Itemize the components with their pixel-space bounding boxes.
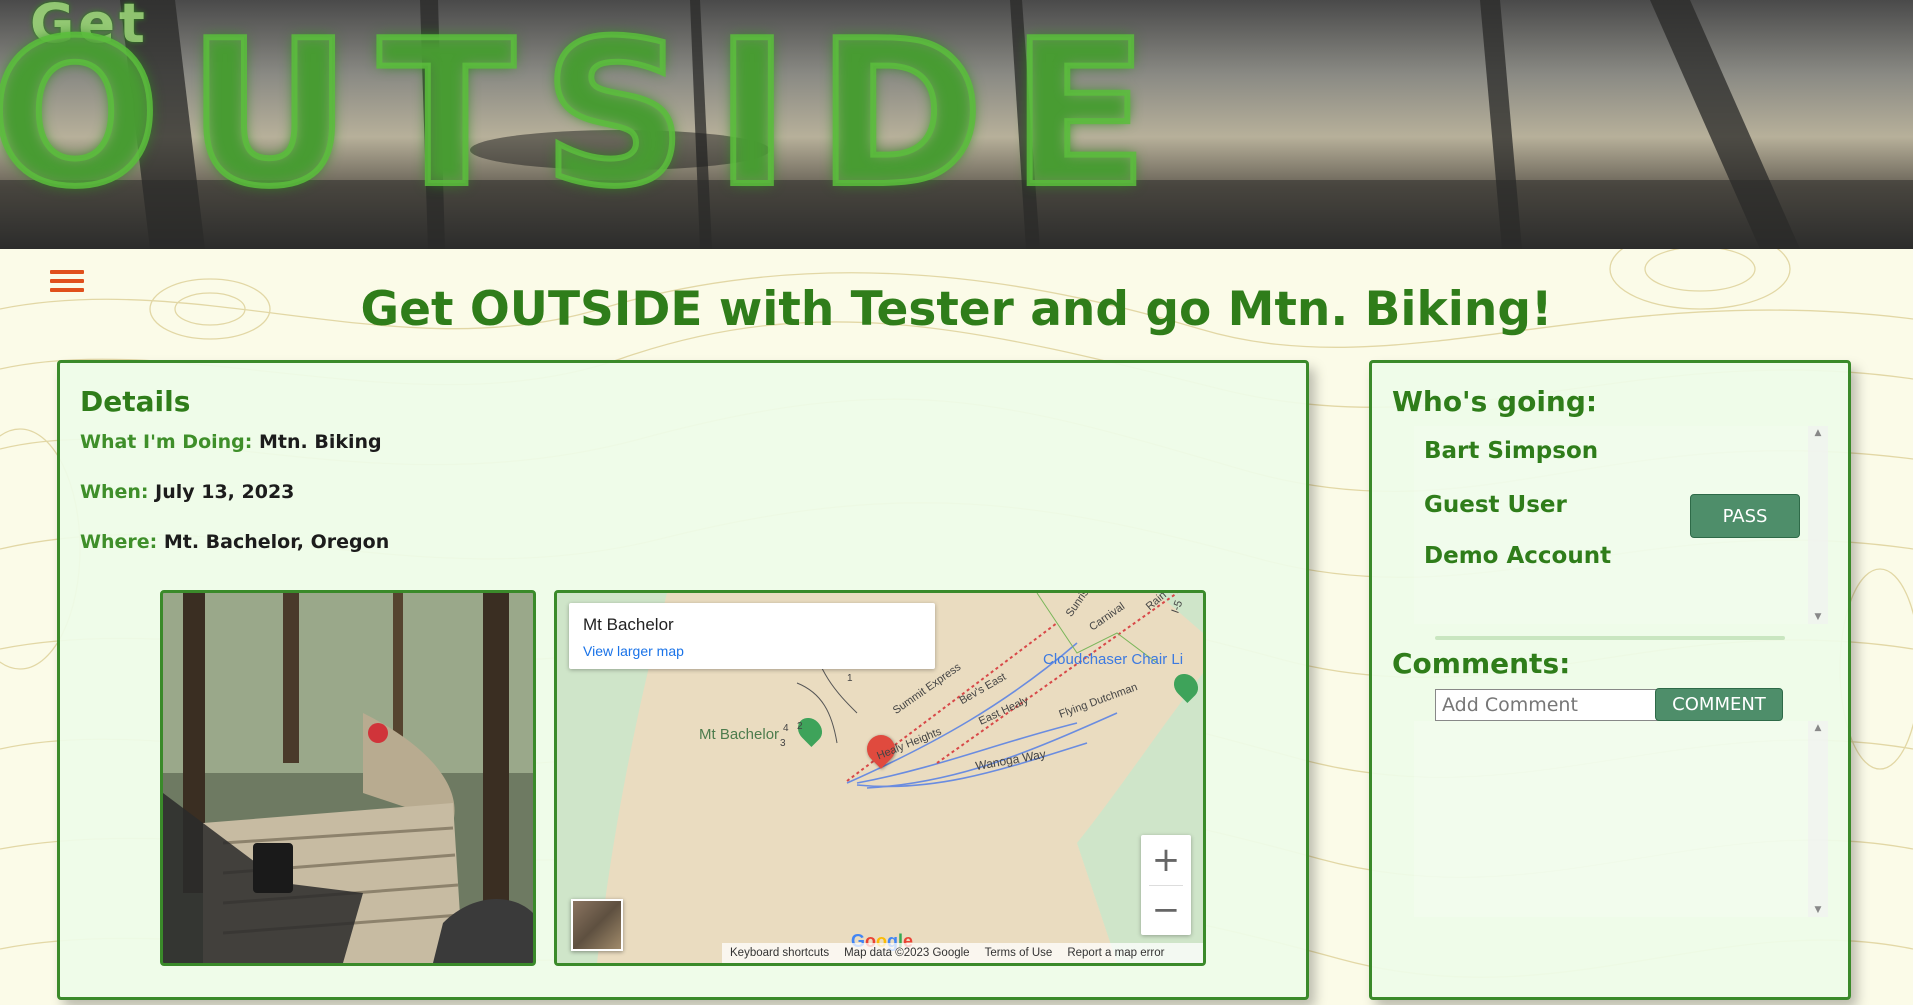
map-label-2: 2: [797, 721, 803, 732]
zoom-in-button[interactable]: +: [1141, 835, 1191, 885]
satellite-view-toggle[interactable]: [571, 899, 623, 951]
detail-when-label: When:: [80, 481, 149, 503]
banner-outside-text: OUTSIDE: [0, 0, 1176, 233]
map-zoom-control: + −: [1141, 835, 1191, 935]
map-place-name: Mt Bachelor: [583, 615, 674, 634]
whos-going-panel: Who's going: Bart Simpson Guest User Dem…: [1369, 360, 1851, 1000]
detail-where: Where: Mt. Bachelor, Oregon: [80, 531, 389, 553]
zoom-out-button[interactable]: −: [1141, 885, 1191, 935]
attendee-item: Demo Account: [1424, 543, 1612, 569]
mountain-bike-photo-image: [163, 593, 533, 963]
map-footer: Keyboard shortcuts Map data ©2023 Google…: [722, 943, 1203, 963]
attendee-item: Guest User: [1424, 492, 1567, 518]
map-poi-label: Mt Bachelor: [699, 726, 780, 743]
map-label-1: 1: [847, 673, 853, 684]
scroll-up-icon[interactable]: ▲: [1808, 723, 1828, 733]
detail-activity-value: Mtn. Biking: [259, 431, 382, 453]
section-divider: [1435, 636, 1785, 640]
details-panel: Details What I'm Doing: Mtn. Biking When…: [57, 360, 1309, 1000]
keyboard-shortcuts-link[interactable]: Keyboard shortcuts: [730, 947, 829, 959]
map-label-cloudchaser: Cloudchaser Chair Li: [1043, 651, 1184, 668]
comments-heading: Comments:: [1392, 647, 1571, 680]
google-map[interactable]: Mt Bachelor View larger map Mt Bachelor …: [554, 590, 1206, 966]
map-data-attribution: Map data ©2023 Google: [844, 947, 970, 959]
hero-banner: Get OUTSIDE: [0, 0, 1913, 249]
comment-input[interactable]: [1435, 689, 1667, 721]
scroll-up-icon[interactable]: ▲: [1808, 428, 1828, 438]
pass-button[interactable]: PASS: [1690, 494, 1800, 538]
activity-photo: [160, 590, 536, 966]
comment-button[interactable]: COMMENT: [1655, 688, 1783, 721]
detail-where-value: Mt. Bachelor, Oregon: [163, 531, 390, 553]
details-heading: Details: [80, 385, 191, 418]
detail-when: When: July 13, 2023: [80, 481, 294, 503]
attendee-item: Bart Simpson: [1424, 438, 1599, 464]
map-info-card: Mt Bachelor View larger map: [569, 603, 935, 669]
detail-activity: What I'm Doing: Mtn. Biking: [80, 431, 382, 453]
attendee-list[interactable]: Bart Simpson Guest User Demo Account PAS…: [1414, 426, 1828, 624]
view-larger-map-link[interactable]: View larger map: [583, 643, 684, 659]
report-map-error-link[interactable]: Report a map error: [1067, 947, 1164, 959]
scroll-down-icon[interactable]: ▼: [1808, 905, 1828, 915]
terms-of-use-link[interactable]: Terms of Use: [985, 947, 1053, 959]
attendee-list-scrollbar[interactable]: ▲ ▼: [1808, 426, 1828, 624]
comments-list[interactable]: ▲ ▼: [1414, 721, 1828, 917]
detail-when-value: July 13, 2023: [155, 481, 295, 503]
detail-activity-label: What I'm Doing:: [80, 431, 253, 453]
detail-where-label: Where:: [80, 531, 158, 553]
map-label-3: 3: [780, 738, 786, 749]
map-label-4: 4: [783, 723, 789, 734]
page-title: Get OUTSIDE with Tester and go Mtn. Biki…: [360, 282, 1553, 337]
scroll-down-icon[interactable]: ▼: [1808, 612, 1828, 622]
comments-scrollbar[interactable]: ▲ ▼: [1808, 721, 1828, 917]
whos-going-heading: Who's going:: [1392, 385, 1598, 418]
